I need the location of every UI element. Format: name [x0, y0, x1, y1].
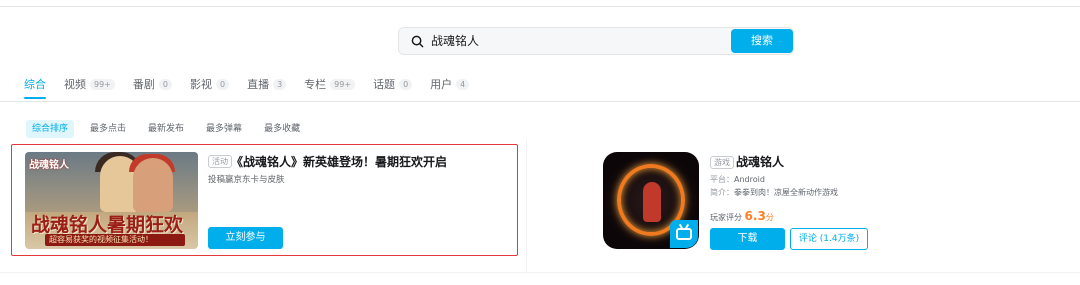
- sort-most-favorites[interactable]: 最多收藏: [258, 120, 306, 138]
- active-tab-indicator: [24, 97, 46, 99]
- download-button[interactable]: 下载: [710, 228, 785, 250]
- reviews-button[interactable]: 评论 (1.4万条): [790, 228, 868, 250]
- score-label: 玩家评分: [710, 213, 742, 222]
- activity-banner[interactable]: 战魂铭人 战魂铭人暑期狂欢 超容易获奖的视频征集活动！: [25, 152, 198, 249]
- tab-bangumi[interactable]: 番剧 0: [133, 73, 172, 95]
- game-tag: 游戏: [710, 156, 734, 169]
- join-activity-button[interactable]: 立刻参与: [208, 227, 283, 249]
- score-value: 6.3: [744, 209, 766, 223]
- card-separator: [526, 140, 527, 272]
- game-title[interactable]: 战魂铭人: [736, 153, 784, 170]
- game-rating: 玩家评分 6.3分: [710, 209, 774, 223]
- tab-count: 99+: [90, 78, 115, 90]
- tab-all[interactable]: 综合: [24, 73, 46, 95]
- tab-label: 话题: [373, 78, 396, 91]
- game-platform: 平台：Android: [710, 174, 765, 185]
- platform-value: Android: [734, 175, 765, 184]
- top-divider: [0, 6, 1080, 7]
- activity-subtitle: 投稿赢京东卡与皮肤: [208, 175, 285, 185]
- tabs-divider: [0, 101, 1080, 102]
- intro-label: 简介：: [710, 188, 734, 197]
- banner-character: [133, 158, 173, 212]
- result-type-tabs: 综合 视频 99+ 番剧 0 影视 0 直播 3 专栏 99+ 话题 0 用户 …: [24, 73, 487, 95]
- sort-most-danmaku[interactable]: 最多弹幕: [200, 120, 248, 138]
- search-icon: [411, 35, 424, 48]
- tab-count: 0: [158, 78, 172, 90]
- tab-count: 4: [456, 78, 470, 90]
- search-query: 战魂铭人: [431, 34, 480, 48]
- score-unit: 分: [765, 213, 774, 222]
- tab-user[interactable]: 用户 4: [430, 73, 470, 95]
- sort-newest[interactable]: 最新发布: [142, 120, 190, 138]
- activity-tag: 活动: [208, 155, 232, 168]
- banner-game-logo: 战魂铭人: [29, 160, 69, 171]
- tab-label: 直播: [247, 78, 270, 91]
- platform-label: 平台：: [710, 175, 734, 184]
- bilibili-tv-icon: [670, 220, 698, 248]
- sort-most-clicks[interactable]: 最多点击: [84, 120, 132, 138]
- game-character-art: [643, 182, 661, 222]
- tab-label: 视频: [64, 78, 86, 91]
- banner-headline: 战魂铭人暑期狂欢: [31, 214, 184, 236]
- tab-topic[interactable]: 话题 0: [373, 73, 413, 95]
- tab-video[interactable]: 视频 99+: [64, 73, 115, 95]
- tab-label: 专栏: [304, 78, 327, 91]
- tab-label: 综合: [24, 78, 46, 91]
- banner-subline: 超容易获奖的视频征集活动！: [49, 235, 153, 244]
- bottom-divider: [0, 272, 1080, 273]
- tab-count: 3: [273, 78, 287, 90]
- tab-movie[interactable]: 影视 0: [189, 73, 230, 95]
- tab-count: 99+: [330, 78, 356, 90]
- activity-title[interactable]: 《战魂铭人》新英雄登场！暑期狂欢开启: [231, 153, 447, 170]
- tab-count: 0: [215, 78, 230, 90]
- tab-count: 0: [399, 78, 413, 90]
- tab-label: 番剧: [132, 78, 155, 91]
- tab-article[interactable]: 专栏 99+: [304, 73, 356, 95]
- sort-comprehensive[interactable]: 综合排序: [26, 120, 75, 138]
- tab-label: 影视: [189, 78, 212, 91]
- intro-value: 拳拳到肉！凉屋全新动作游戏: [734, 188, 838, 197]
- tab-live[interactable]: 直播 3: [247, 73, 287, 95]
- game-intro: 简介：拳拳到肉！凉屋全新动作游戏: [710, 187, 838, 198]
- search-button[interactable]: 搜索: [731, 29, 793, 53]
- sort-options: 综合排序 最多点击 最新发布 最多弹幕 最多收藏: [26, 120, 316, 138]
- tab-label: 用户: [430, 78, 453, 91]
